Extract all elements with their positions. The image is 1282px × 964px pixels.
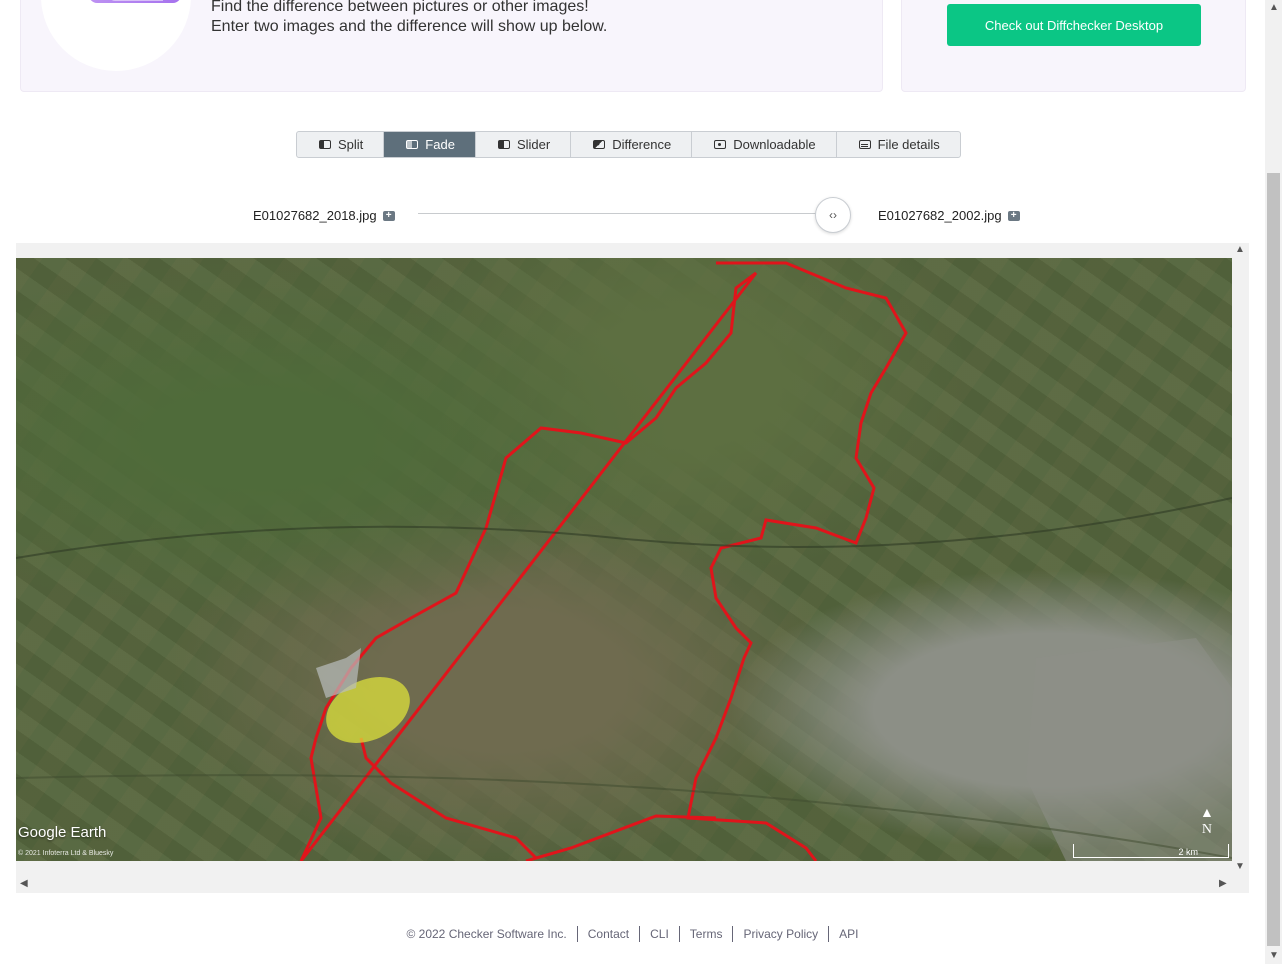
page-scroll-down-icon[interactable]: ▼ — [1269, 950, 1279, 961]
hero-line-1: Find the difference between pictures or … — [211, 0, 589, 15]
difference-icon — [593, 140, 606, 149]
viewer-vertical-scrollbar[interactable]: ▲ ▼ — [1232, 243, 1249, 875]
viewer-horizontal-scrollbar[interactable]: ◀ ▶ — [16, 876, 1249, 893]
add-image-icon[interactable]: + — [1007, 210, 1020, 221]
north-arrow-icon: ▲ N — [1200, 806, 1214, 837]
fade-slider-handle[interactable]: ‹› — [815, 197, 851, 233]
right-file-name: E01027682_2002.jpg + — [878, 208, 1020, 223]
hero-line-2: Enter two images and the difference will… — [211, 18, 608, 35]
north-label: N — [1201, 822, 1212, 837]
slider-icon — [497, 140, 510, 149]
tab-difference[interactable]: Difference — [571, 132, 693, 157]
footer-link-api[interactable]: API — [828, 926, 868, 942]
tab-label: Difference — [612, 137, 672, 152]
scroll-right-icon[interactable]: ▶ — [1219, 878, 1227, 889]
comparison-image[interactable]: Google Earth © 2021 Infoterra Ltd & Blue… — [16, 258, 1232, 861]
view-mode-tabs: Split Fade Slider Difference Downloadabl… — [296, 131, 961, 158]
tab-split[interactable]: Split — [297, 132, 385, 157]
imagery-copyright: © 2021 Infoterra Ltd & Bluesky — [18, 850, 114, 857]
tab-label: Fade — [425, 137, 455, 152]
add-image-icon[interactable]: + — [382, 210, 395, 221]
tab-slider[interactable]: Slider — [476, 132, 572, 157]
desktop-promo-card: Check out Diffchecker Desktop — [901, 0, 1246, 92]
hero-illustration — [41, 0, 191, 71]
left-file-name: E01027682_2018.jpg + — [253, 208, 395, 223]
right-file-label: E01027682_2002.jpg — [878, 208, 1002, 223]
chevrons-icon: ‹› — [829, 208, 837, 222]
tab-label: Slider — [516, 137, 551, 152]
left-file-label: E01027682_2018.jpg — [253, 208, 377, 223]
tab-label: Split — [338, 137, 364, 152]
scale-label: 2 km — [1178, 847, 1198, 857]
fade-slider-track[interactable] — [418, 213, 833, 214]
footer-link-cli[interactable]: CLI — [639, 926, 679, 942]
split-view-icon — [319, 140, 331, 149]
site-footer: © 2022 Checker Software Inc. Contact CLI… — [0, 926, 1265, 942]
hero-description: Find the difference between pictures or … — [211, 0, 607, 37]
footer-link-privacy[interactable]: Privacy Policy — [732, 926, 828, 942]
footer-copyright: © 2022 Checker Software Inc. — [406, 927, 567, 941]
page-scroll-thumb[interactable] — [1267, 173, 1280, 946]
tab-fade[interactable]: Fade — [384, 132, 476, 157]
tab-label: File details — [877, 137, 940, 152]
boundary-overlay — [16, 261, 1232, 861]
desktop-cta-button[interactable]: Check out Diffchecker Desktop — [947, 4, 1201, 46]
google-earth-logo: Google Earth — [18, 824, 107, 841]
tab-label: Downloadable — [733, 137, 816, 152]
tab-file-details[interactable]: File details — [837, 132, 960, 157]
scroll-up-icon[interactable]: ▲ — [1235, 244, 1245, 255]
scroll-left-icon[interactable]: ◀ — [20, 878, 28, 889]
tab-downloadable[interactable]: Downloadable — [692, 132, 837, 157]
hero-banner: Find the difference between pictures or … — [20, 0, 883, 92]
scale-bar: 2 km — [1073, 844, 1229, 858]
page: Find the difference between pictures or … — [0, 0, 1265, 964]
camera-icon — [714, 140, 727, 149]
scroll-down-icon[interactable]: ▼ — [1235, 861, 1245, 872]
image-icon — [89, 0, 181, 3]
page-scroll-up-icon[interactable]: ▲ — [1269, 2, 1279, 13]
footer-link-terms[interactable]: Terms — [678, 926, 733, 942]
footer-link-contact[interactable]: Contact — [576, 926, 639, 942]
table-icon — [858, 140, 871, 149]
fade-icon — [406, 140, 419, 149]
